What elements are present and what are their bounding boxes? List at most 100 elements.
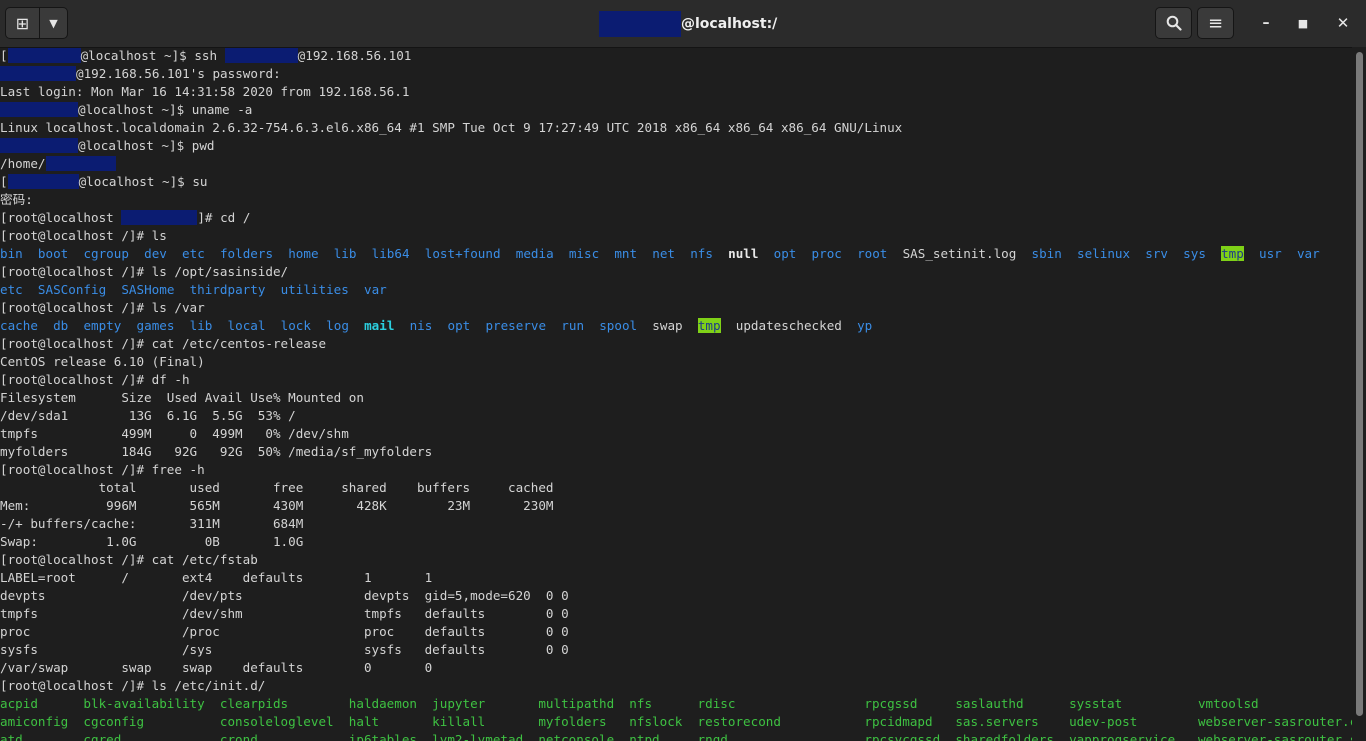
dir-item: bin [0, 246, 23, 261]
terminal-line: CentOS release 6.10 (Final) [0, 354, 205, 369]
dir-item: media [515, 246, 554, 261]
line-text: @localhost ~]$ su [78, 174, 208, 189]
dir-item: usr [1259, 246, 1282, 261]
dir-item: proc [811, 246, 842, 261]
dir-item: etc [0, 282, 23, 297]
terminal-line: [root@localhost /]# ls /opt/sasinside/ [0, 264, 289, 279]
dir-item: preserve [485, 318, 547, 333]
terminal-line: Last login: Mon Mar 16 14:31:58 2020 fro… [0, 84, 410, 99]
terminal-line: [root@localhost ]# cd / [0, 209, 1352, 227]
dir-item: lock [280, 318, 311, 333]
dir-item: srv [1145, 246, 1168, 261]
dir-item: cache [0, 318, 38, 333]
terminal-line: Linux localhost.localdomain 2.6.32-754.6… [0, 120, 903, 135]
dir-item: cgroup [83, 246, 129, 261]
redacted-block [45, 156, 116, 171]
line-text: @192.168.56.101's password: [76, 66, 281, 81]
terminal-line: @localhost ~]$ pwd [0, 137, 1352, 155]
terminal-line: [root@localhost /]# ls /etc/init.d/ [0, 678, 266, 693]
new-tab-button[interactable]: ⊞ [5, 7, 40, 39]
sticky-dir-item: tmp [697, 318, 721, 333]
terminal-line: myfolders 184G 92G 92G 50% /media/sf_myf… [0, 444, 433, 459]
redacted-block [7, 48, 81, 63]
dir-item: local [227, 318, 266, 333]
terminal-line: @localhost ~]$ uname -a [0, 101, 1352, 119]
title-bar: ⊞ ▼ @localhost:/ ≡ – ■ ✕ [0, 0, 1366, 48]
menu-button[interactable]: ≡ [1197, 7, 1234, 39]
file-item: SAS_setinit.log [902, 246, 1017, 261]
dir-item: net [652, 246, 676, 261]
redacted-block [121, 210, 198, 225]
terminal-line: tmpfs 499M 0 499M 0% /dev/shm [0, 426, 349, 441]
dir-item: games [136, 318, 175, 333]
terminal-line: [root@localhost /]# df -h [0, 372, 190, 387]
line-text: [root@localhost [0, 210, 122, 225]
dir-item: SASHome [121, 282, 175, 297]
terminal-line: @192.168.56.101's password: [0, 65, 1352, 83]
terminal-line: LABEL=root / ext4 defaults 1 1 [0, 570, 433, 585]
dir-item: lib64 [371, 246, 410, 261]
dir-item: folders [219, 246, 274, 261]
file-item: updateschecked [735, 318, 842, 333]
redacted-block [224, 48, 298, 63]
terminal-line: -/+ buffers/cache: 311M 684M [0, 516, 304, 531]
dir-item: nis [409, 318, 433, 333]
terminal-line: proc /proc proc defaults 0 0 [0, 624, 569, 639]
window-title: @localhost:/ [599, 11, 777, 37]
dir-item: misc [568, 246, 600, 261]
terminal-line: [root@localhost /]# free -h [0, 462, 205, 477]
terminal-line-init-scripts: acpid blk-availability clearpids haldaem… [0, 696, 1259, 711]
dir-item: yp [857, 318, 873, 333]
dir-item: selinux [1077, 246, 1131, 261]
terminal-scrollbar[interactable] [1352, 47, 1366, 741]
dir-item: thirdparty [189, 282, 266, 297]
dir-item: db [53, 318, 69, 333]
terminal-line-ls-sas: etc SASConfig SASHome thirdparty utiliti… [0, 281, 1352, 299]
terminal-output[interactable]: [@localhost ~]$ ssh @192.168.56.101 @192… [0, 47, 1352, 741]
terminal-line: Swap: 1.0G 0B 1.0G [0, 534, 304, 549]
redacted-username [599, 11, 681, 37]
dir-item: etc [182, 246, 205, 261]
line-text: @localhost ~]$ ssh [80, 48, 225, 63]
dir-item: opt [773, 246, 797, 261]
search-button[interactable] [1155, 7, 1192, 39]
terminal-line-init-scripts: atd cgred crond ip6tables lvm2-lvmetad n… [0, 732, 1352, 741]
line-text: ]# cd / [197, 210, 251, 225]
terminal-line-init-scripts: amiconfig cgconfig consoleloglevel halt … [0, 714, 1352, 729]
terminal-line: [root@localhost /]# cat /etc/fstab [0, 552, 258, 567]
symlink-item: mail [364, 318, 395, 333]
file-item: swap [652, 318, 683, 333]
dir-item: dev [144, 246, 167, 261]
line-text: [ [0, 174, 8, 189]
maximize-button[interactable]: ■ [1290, 10, 1316, 36]
dir-item: nfs [690, 246, 713, 261]
new-tab-icon: ⊞ [15, 13, 30, 33]
terminal-line: [@localhost ~]$ ssh @192.168.56.101 [0, 47, 1352, 65]
terminal-line: [root@localhost /]# cat /etc/centos-rele… [0, 336, 327, 351]
redacted-block [0, 138, 78, 153]
dir-item: boot [37, 246, 69, 261]
dir-item: utilities [280, 282, 349, 297]
terminal-line: [root@localhost /]# ls [0, 228, 167, 243]
terminal-line: /dev/sda1 13G 6.1G 5.5G 53% / [0, 408, 296, 423]
dir-item: SASConfig [37, 282, 107, 297]
tab-menu-button[interactable]: ▼ [39, 7, 68, 39]
sticky-dir-item: tmp [1221, 246, 1244, 261]
dir-item: lib [333, 246, 357, 261]
dir-item: log [326, 318, 349, 333]
terminal-line: [ @localhost ~]$ su [0, 173, 1352, 191]
minimize-button[interactable]: – [1253, 10, 1279, 36]
close-button[interactable]: ✕ [1330, 10, 1356, 36]
redacted-block [0, 102, 78, 117]
file-item: null [728, 246, 759, 261]
scrollbar-thumb[interactable] [1356, 52, 1363, 716]
dir-item: spool [599, 318, 638, 333]
line-text: /home/ [0, 156, 46, 171]
terminal-line: devpts /dev/pts devpts gid=5,mode=620 0 … [0, 588, 569, 603]
dir-item: home [288, 246, 319, 261]
redacted-block [7, 174, 79, 189]
maximize-icon: ■ [1297, 16, 1309, 30]
dir-item: lost+found [424, 246, 501, 261]
search-icon [1166, 15, 1182, 31]
window-title-text: @localhost:/ [681, 16, 778, 32]
